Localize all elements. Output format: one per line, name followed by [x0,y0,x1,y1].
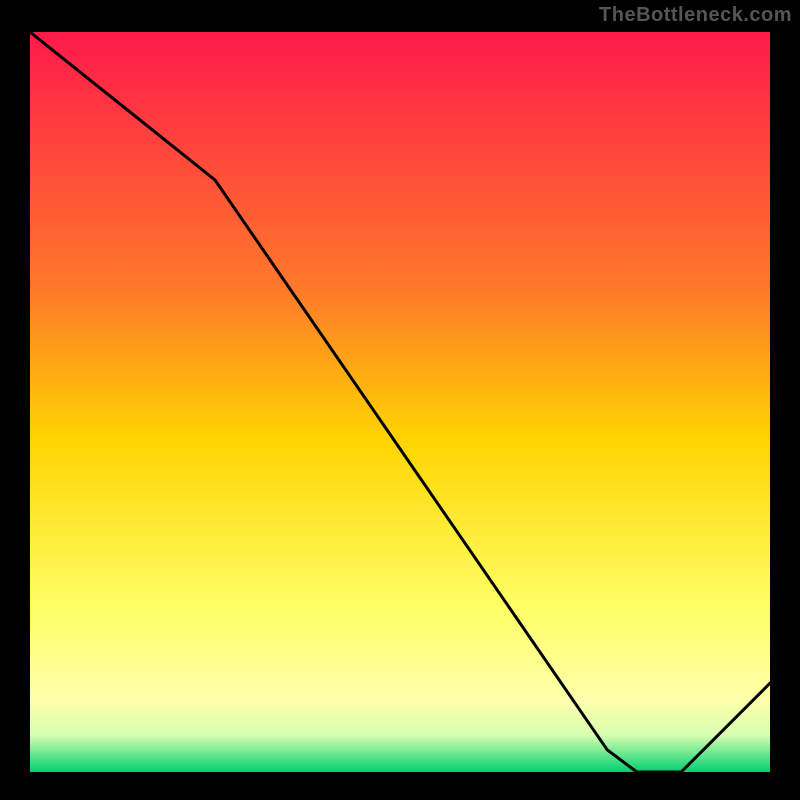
plot-background [30,32,770,772]
chart-svg [0,0,800,800]
chart-stage: TheBottleneck.com [0,0,800,800]
attribution-label: TheBottleneck.com [599,4,792,27]
